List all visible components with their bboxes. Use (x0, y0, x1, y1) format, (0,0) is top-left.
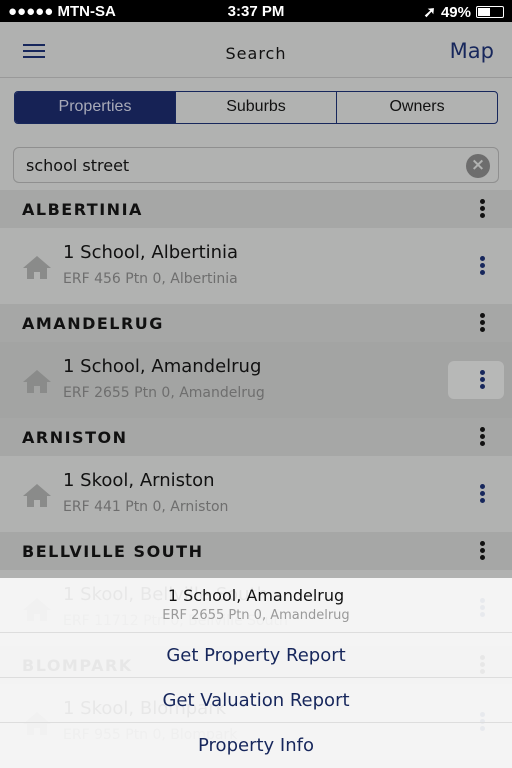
more-icon[interactable] (480, 313, 486, 334)
property-subtitle: ERF 441 Ptn 0, Arniston (63, 499, 229, 515)
section-header: ARNISTON (0, 418, 512, 456)
action-sheet: 1 School, Amandelrug ERF 2655 Ptn 0, Aman… (0, 578, 512, 768)
battery-percent: 49% (440, 3, 471, 21)
more-icon[interactable] (480, 484, 486, 505)
property-info-button[interactable]: Property Info (0, 723, 512, 768)
list-item[interactable]: 1 School, Amandelrug ERF 2655 Ptn 0, Aman… (0, 342, 512, 418)
property-title: 1 Skool, Arniston (63, 470, 215, 491)
house-icon (22, 482, 52, 508)
battery-icon (476, 6, 504, 18)
map-button[interactable]: Map (450, 39, 494, 63)
more-button-highlight (448, 361, 504, 399)
section-title: ARNISTON (22, 428, 128, 447)
section-title: AMANDELRUG (22, 314, 164, 333)
clear-icon[interactable]: × (466, 154, 490, 178)
more-icon[interactable] (480, 427, 486, 448)
get-property-report-button[interactable]: Get Property Report (0, 633, 512, 678)
more-icon[interactable] (480, 256, 486, 277)
property-subtitle: ERF 456 Ptn 0, Albertinia (63, 271, 238, 287)
list-item[interactable]: 1 School, Albertinia ERF 456 Ptn 0, Alber… (0, 228, 512, 304)
sheet-subtitle: ERF 2655 Ptn 0, Amandelrug (162, 608, 350, 623)
house-icon (22, 368, 52, 394)
more-icon[interactable] (480, 541, 486, 562)
house-icon (22, 254, 52, 280)
section-title: BELLVILLE SOUTH (22, 542, 204, 561)
tab-properties[interactable]: Properties (15, 92, 175, 123)
list-item[interactable]: 1 Skool, Arniston ERF 441 Ptn 0, Arniston (0, 456, 512, 532)
sheet-title: 1 School, Amandelrug (167, 586, 345, 605)
section-header: ALBERTINIA (0, 190, 512, 228)
search-value: school street (26, 156, 130, 175)
location-icon: ➚ (423, 4, 436, 21)
status-bar: ●●●●● MTN-SA 3:37 PM ➚ 49% (0, 0, 512, 22)
page-title: Search (225, 44, 287, 63)
section-header: AMANDELRUG (0, 304, 512, 342)
more-icon[interactable] (480, 199, 486, 220)
more-icon[interactable] (480, 370, 486, 391)
property-subtitle: ERF 2655 Ptn 0, Amandelrug (63, 385, 265, 401)
segmented-control: Properties Suburbs Owners (14, 91, 498, 124)
search-input[interactable]: school street × (13, 147, 499, 183)
section-title: ALBERTINIA (22, 200, 143, 219)
property-title: 1 School, Amandelrug (63, 356, 262, 377)
get-valuation-report-button[interactable]: Get Valuation Report (0, 678, 512, 723)
nav-bar: Search Map (0, 22, 512, 78)
tab-owners[interactable]: Owners (336, 92, 497, 123)
tab-suburbs[interactable]: Suburbs (175, 92, 336, 123)
section-header: BELLVILLE SOUTH (0, 532, 512, 570)
property-title: 1 School, Albertinia (63, 242, 239, 263)
